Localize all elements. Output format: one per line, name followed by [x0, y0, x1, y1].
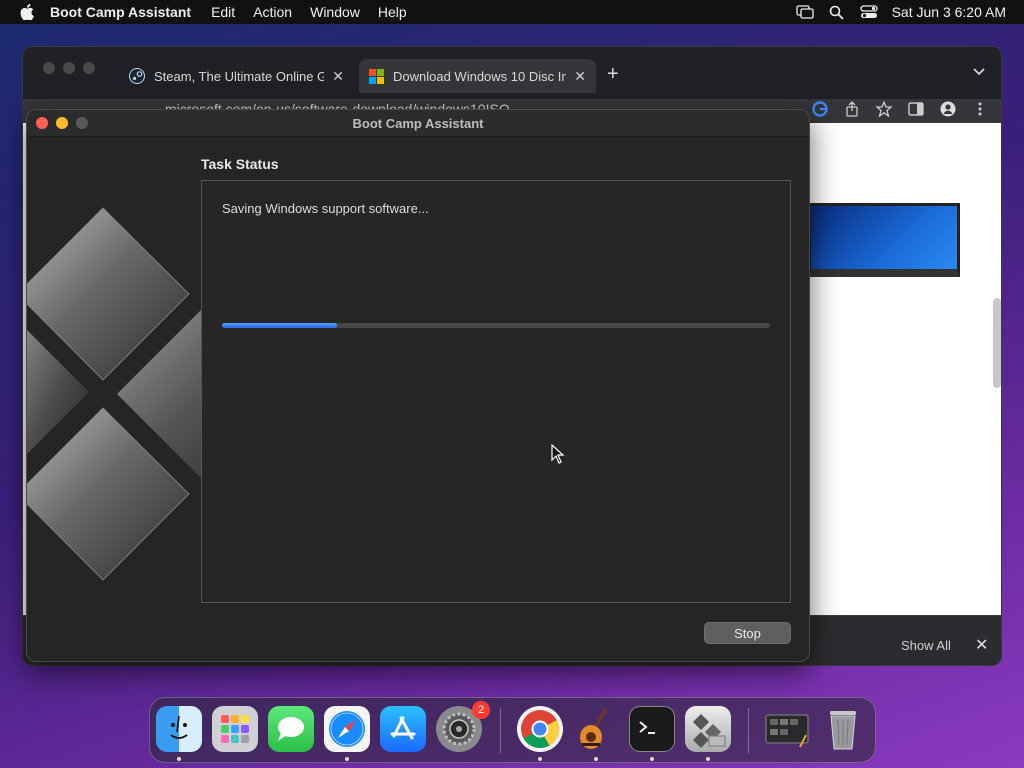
tab-bar: Steam, The Ultimate Online Ga ✕ Download… — [23, 47, 1001, 99]
laptop-image — [808, 203, 960, 277]
browser-traffic-lights — [43, 62, 95, 74]
side-panel-icon[interactable] — [907, 100, 925, 118]
app-store-icon[interactable] — [380, 706, 426, 752]
window-titlebar[interactable]: Boot Camp Assistant — [27, 110, 809, 137]
menu-bar: Boot Camp Assistant Edit Action Window H… — [0, 0, 1024, 24]
stop-button[interactable]: Stop — [704, 622, 791, 644]
tab-steam[interactable]: Steam, The Ultimate Online Ga ✕ — [119, 59, 354, 93]
close-tab-icon[interactable]: ✕ — [332, 68, 344, 85]
garageband-icon[interactable] — [573, 706, 619, 752]
page-scrollbar[interactable] — [993, 298, 1001, 388]
dock-separator — [500, 708, 501, 754]
menubar-clock[interactable]: Sat Jun 3 6:20 AM — [892, 4, 1006, 20]
progress-bar — [222, 323, 770, 328]
trash-icon[interactable] — [820, 706, 866, 752]
bookmark-star-icon[interactable] — [875, 100, 893, 118]
menu-help[interactable]: Help — [378, 4, 407, 20]
running-indicator — [706, 757, 710, 761]
new-tab-icon[interactable]: + — [607, 63, 619, 86]
menu-app-name[interactable]: Boot Camp Assistant — [50, 4, 191, 20]
downloads-stack-icon[interactable] — [764, 706, 810, 752]
tab-windows-download[interactable]: Download Windows 10 Disc Im ✕ — [359, 59, 596, 93]
safari-icon[interactable] — [324, 706, 370, 752]
status-message: Saving Windows support software... — [222, 201, 429, 216]
menu-edit[interactable]: Edit — [211, 4, 235, 20]
more-options-icon[interactable] — [971, 100, 989, 118]
microsoft-icon — [369, 68, 384, 84]
control-center-icon[interactable] — [859, 3, 878, 21]
google-icon[interactable] — [811, 100, 829, 118]
finder-icon[interactable] — [156, 706, 202, 752]
task-status-heading: Task Status — [201, 156, 279, 172]
share-icon[interactable] — [843, 100, 861, 118]
profile-icon[interactable] — [939, 100, 957, 118]
tab-title: Steam, The Ultimate Online Ga — [154, 68, 325, 84]
show-all-downloads-button[interactable]: Show All — [901, 638, 951, 653]
menu-window[interactable]: Window — [310, 4, 360, 20]
dock: 2 — [149, 697, 876, 763]
dock-separator — [748, 708, 749, 754]
mouse-pointer-icon — [551, 444, 565, 464]
running-indicator — [538, 757, 542, 761]
running-indicator — [345, 757, 349, 761]
close-download-bar-icon[interactable]: ✕ — [975, 635, 988, 655]
menu-action[interactable]: Action — [253, 4, 292, 20]
tab-title: Download Windows 10 Disc Im — [393, 68, 567, 84]
running-indicator — [177, 757, 181, 761]
progress-bar-fill — [222, 323, 338, 328]
apple-menu-icon[interactable] — [18, 3, 36, 21]
task-status-panel: Saving Windows support software... — [201, 180, 791, 603]
boot-camp-window: Boot Camp Assistant Task Status Saving W… — [26, 109, 810, 662]
messages-icon[interactable] — [268, 706, 314, 752]
running-indicator — [650, 757, 654, 761]
notification-badge: 2 — [472, 701, 490, 719]
terminal-icon[interactable] — [629, 706, 675, 752]
steam-icon — [129, 68, 145, 84]
chrome-icon[interactable] — [517, 706, 563, 752]
screen-mirroring-icon[interactable] — [795, 3, 814, 21]
window-title: Boot Camp Assistant — [352, 116, 484, 131]
close-tab-icon[interactable]: ✕ — [574, 68, 586, 85]
launchpad-icon[interactable] — [212, 706, 258, 752]
running-indicator — [594, 757, 598, 761]
chevron-down-icon[interactable] — [973, 65, 985, 79]
boot-camp-assistant-icon[interactable] — [685, 706, 731, 752]
search-icon[interactable] — [828, 3, 846, 21]
